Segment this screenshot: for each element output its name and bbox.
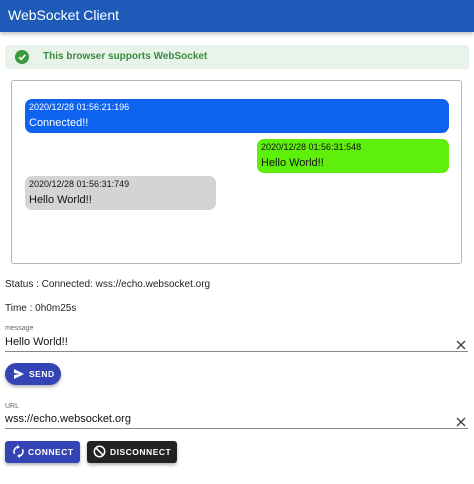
message-field-label: message	[5, 325, 34, 332]
message-timestamp: 2020/12/28 01:56:31:749	[29, 179, 130, 189]
message-text: Connected!!	[29, 117, 89, 129]
url-field-label: URL	[5, 403, 20, 410]
app-title: WebSocket Client	[8, 7, 120, 23]
block-icon	[93, 445, 106, 460]
connect-button-label: CONNECT	[28, 447, 74, 457]
message-text: Hello World!!	[261, 157, 324, 169]
sync-icon	[12, 445, 25, 460]
disconnect-button[interactable]: DISCONNECT	[87, 441, 177, 463]
send-button-label: SEND	[29, 369, 55, 379]
app-bar: WebSocket Client	[0, 0, 474, 32]
message-input[interactable]	[5, 333, 468, 352]
clear-message-icon[interactable]	[456, 337, 466, 350]
message-bubble-received: 2020/12/28 01:56:21:196 Connected!!	[25, 99, 449, 133]
send-button[interactable]: SEND	[5, 363, 61, 385]
url-input[interactable]	[5, 410, 468, 429]
message-log[interactable]: 2020/12/28 01:56:21:196 Connected!! 2020…	[11, 80, 462, 264]
message-timestamp: 2020/12/28 01:56:31:548	[261, 142, 362, 152]
connect-button[interactable]: CONNECT	[5, 441, 80, 463]
message-bubble-sent: 2020/12/28 01:56:31:548 Hello World!!	[257, 139, 449, 173]
alert-text: This browser supports WebSocket	[43, 51, 208, 62]
message-text: Hello World!!	[29, 194, 92, 206]
message-bubble-echo: 2020/12/28 01:56:31:749 Hello World!!	[25, 176, 216, 210]
connection-status: Status : Connected: wss://echo.websocket…	[5, 279, 211, 290]
disconnect-button-label: DISCONNECT	[110, 447, 172, 457]
connection-time: Time : 0h0m25s	[5, 303, 77, 314]
websocket-support-alert: This browser supports WebSocket	[5, 45, 469, 69]
message-timestamp: 2020/12/28 01:56:21:196	[29, 102, 130, 112]
send-icon	[13, 368, 25, 382]
clear-url-icon[interactable]	[456, 414, 466, 427]
check-circle-icon	[15, 50, 29, 64]
